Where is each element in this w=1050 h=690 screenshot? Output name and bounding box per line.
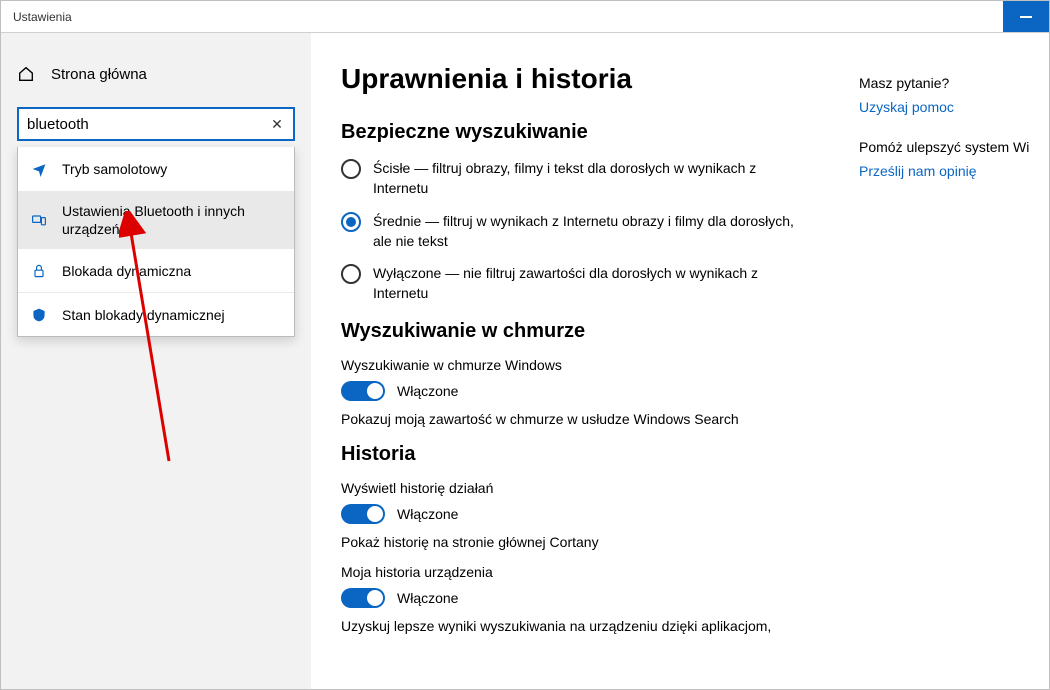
radio-icon — [341, 264, 361, 284]
close-icon: ✕ — [271, 116, 283, 133]
radio-moderate[interactable]: Średnie — filtruj w wynikach z Internetu… — [341, 211, 801, 252]
device-desc: Uzyskuj lepsze wyniki wyszukiwania na ur… — [341, 618, 829, 634]
home-label: Strona główna — [51, 66, 147, 83]
cloud-toggle-state: Włączone — [397, 383, 458, 399]
home-row[interactable]: Strona główna — [1, 57, 311, 91]
search-suggestions: Tryb samolotowy Ustawienia Bluetooth i i… — [17, 147, 295, 337]
suggestion-airplane-mode[interactable]: Tryb samolotowy — [18, 147, 294, 191]
window-title: Ustawienia — [1, 1, 84, 32]
suggestion-label: Ustawienia Bluetooth i innych urządzeń — [62, 202, 282, 238]
minimize-icon — [1020, 16, 1032, 18]
radio-label: Średnie — filtruj w wynikach z Internetu… — [373, 211, 801, 252]
cloud-heading: Wyszukiwanie w chmurze — [341, 320, 829, 343]
main: Uprawnienia i historia Bezpieczne wyszuk… — [311, 33, 1049, 689]
cloud-toggle-row: Włączone — [341, 381, 829, 401]
radio-icon — [341, 212, 361, 232]
history-heading: Historia — [341, 443, 829, 466]
suggestion-dynamic-lock-state[interactable]: Stan blokady dynamicznej — [18, 292, 294, 336]
settings-window: Ustawienia Strona główna ✕ — [0, 0, 1050, 690]
device-toggle[interactable] — [341, 588, 385, 608]
window-minimize-button[interactable] — [1003, 1, 1049, 32]
window-body: Strona główna ✕ Tryb samolotowy — [1, 33, 1049, 689]
suggestion-label: Blokada dynamiczna — [62, 262, 191, 280]
feedback-link[interactable]: Prześlij nam opinię — [859, 163, 1041, 179]
titlebar[interactable]: Ustawienia — [1, 1, 1049, 33]
airplane-icon — [30, 161, 48, 177]
shield-icon — [30, 307, 48, 323]
search-wrap: ✕ — [17, 107, 295, 141]
devices-icon — [30, 212, 48, 228]
device-label: Moja historia urządzenia — [341, 564, 829, 580]
suggestion-label: Stan blokady dynamicznej — [62, 306, 225, 324]
radio-label: Wyłączone — nie filtruj zawartości dla d… — [373, 263, 801, 304]
improve-label: Pomóż ulepszyć system Wi — [859, 139, 1041, 155]
content: Uprawnienia i historia Bezpieczne wyszuk… — [311, 33, 859, 689]
activity-toggle-state: Włączone — [397, 506, 458, 522]
activity-desc: Pokaż historię na stronie głównej Cortan… — [341, 534, 829, 550]
activity-label: Wyświetl historię działań — [341, 480, 829, 496]
cloud-desc: Pokazuj moją zawartość w chmurze w usłud… — [341, 411, 829, 427]
activity-toggle[interactable] — [341, 504, 385, 524]
radio-off[interactable]: Wyłączone — nie filtruj zawartości dla d… — [341, 263, 801, 304]
activity-toggle-row: Włączone — [341, 504, 829, 524]
search-clear-button[interactable]: ✕ — [265, 107, 289, 141]
lock-icon — [30, 263, 48, 279]
cloud-label: Wyszukiwanie w chmurze Windows — [341, 357, 829, 373]
suggestion-label: Tryb samolotowy — [62, 160, 167, 178]
device-toggle-state: Włączone — [397, 590, 458, 606]
home-icon — [17, 65, 35, 83]
suggestion-bluetooth-devices[interactable]: Ustawienia Bluetooth i innych urządzeń — [18, 191, 294, 248]
cloud-toggle[interactable] — [341, 381, 385, 401]
sidebar: Strona główna ✕ Tryb samolotowy — [1, 33, 311, 689]
search-input[interactable] — [17, 107, 295, 141]
help-question: Masz pytanie? — [859, 75, 1041, 91]
device-toggle-row: Włączone — [341, 588, 829, 608]
radio-icon — [341, 159, 361, 179]
page-title: Uprawnienia i historia — [341, 63, 829, 95]
get-help-link[interactable]: Uzyskaj pomoc — [859, 99, 1041, 115]
help-panel: Masz pytanie? Uzyskaj pomoc Pomóż ulepsz… — [859, 33, 1049, 689]
radio-strict[interactable]: Ścisłe — filtruj obrazy, filmy i tekst d… — [341, 158, 801, 199]
suggestion-dynamic-lock[interactable]: Blokada dynamiczna — [18, 248, 294, 292]
safe-search-heading: Bezpieczne wyszukiwanie — [341, 121, 829, 144]
radio-label: Ścisłe — filtruj obrazy, filmy i tekst d… — [373, 158, 801, 199]
